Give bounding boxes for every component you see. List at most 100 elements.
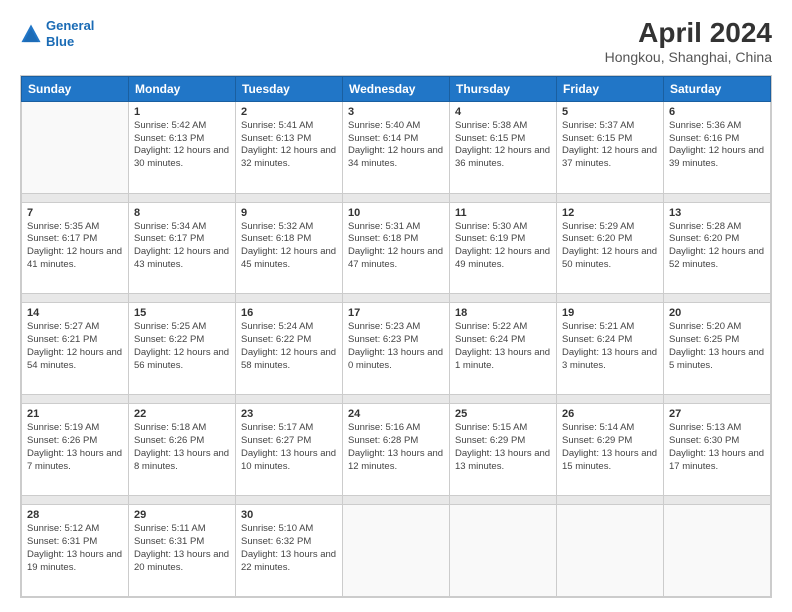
calendar-cell: 20 Sunrise: 5:20 AM Sunset: 6:25 PM Dayl…: [664, 303, 771, 395]
day-number: 10: [348, 207, 444, 219]
day-info: Sunrise: 5:30 AM Sunset: 6:19 PM Dayligh…: [455, 221, 551, 272]
calendar-cell: 25 Sunrise: 5:15 AM Sunset: 6:29 PM Dayl…: [450, 404, 557, 496]
calendar-cell: 24 Sunrise: 5:16 AM Sunset: 6:28 PM Dayl…: [343, 404, 450, 496]
day-number: 2: [241, 106, 337, 118]
day-info: Sunrise: 5:35 AM Sunset: 6:17 PM Dayligh…: [27, 221, 123, 272]
header-sunday: Sunday: [22, 76, 129, 101]
day-number: 23: [241, 408, 337, 420]
calendar-week-5: 28 Sunrise: 5:12 AM Sunset: 6:31 PM Dayl…: [22, 505, 771, 597]
calendar-week-1: 1 Sunrise: 5:42 AM Sunset: 6:13 PM Dayli…: [22, 101, 771, 193]
day-number: 5: [562, 106, 658, 118]
day-number: 13: [669, 207, 765, 219]
day-info: Sunrise: 5:27 AM Sunset: 6:21 PM Dayligh…: [27, 321, 123, 372]
calendar-cell: 17 Sunrise: 5:23 AM Sunset: 6:23 PM Dayl…: [343, 303, 450, 395]
header-saturday: Saturday: [664, 76, 771, 101]
day-number: 8: [134, 207, 230, 219]
header-friday: Friday: [557, 76, 664, 101]
calendar-cell: 27 Sunrise: 5:13 AM Sunset: 6:30 PM Dayl…: [664, 404, 771, 496]
day-number: 19: [562, 307, 658, 319]
day-number: 17: [348, 307, 444, 319]
day-info: Sunrise: 5:40 AM Sunset: 6:14 PM Dayligh…: [348, 120, 444, 171]
day-number: 15: [134, 307, 230, 319]
day-number: 14: [27, 307, 123, 319]
calendar-cell: 3 Sunrise: 5:40 AM Sunset: 6:14 PM Dayli…: [343, 101, 450, 193]
logo-line1: General: [46, 18, 94, 33]
day-info: Sunrise: 5:41 AM Sunset: 6:13 PM Dayligh…: [241, 120, 337, 171]
calendar-cell: 30 Sunrise: 5:10 AM Sunset: 6:32 PM Dayl…: [236, 505, 343, 597]
day-info: Sunrise: 5:36 AM Sunset: 6:16 PM Dayligh…: [669, 120, 765, 171]
calendar-week-2: 7 Sunrise: 5:35 AM Sunset: 6:17 PM Dayli…: [22, 202, 771, 294]
calendar-cell: 19 Sunrise: 5:21 AM Sunset: 6:24 PM Dayl…: [557, 303, 664, 395]
calendar-cell: [664, 505, 771, 597]
calendar-cell: 16 Sunrise: 5:24 AM Sunset: 6:22 PM Dayl…: [236, 303, 343, 395]
day-number: 3: [348, 106, 444, 118]
day-number: 28: [27, 509, 123, 521]
calendar-cell: 5 Sunrise: 5:37 AM Sunset: 6:15 PM Dayli…: [557, 101, 664, 193]
day-info: Sunrise: 5:24 AM Sunset: 6:22 PM Dayligh…: [241, 321, 337, 372]
day-info: Sunrise: 5:16 AM Sunset: 6:28 PM Dayligh…: [348, 422, 444, 473]
calendar-cell: 21 Sunrise: 5:19 AM Sunset: 6:26 PM Dayl…: [22, 404, 129, 496]
day-info: Sunrise: 5:17 AM Sunset: 6:27 PM Dayligh…: [241, 422, 337, 473]
calendar-cell: 7 Sunrise: 5:35 AM Sunset: 6:17 PM Dayli…: [22, 202, 129, 294]
calendar-cell: 15 Sunrise: 5:25 AM Sunset: 6:22 PM Dayl…: [129, 303, 236, 395]
day-number: 18: [455, 307, 551, 319]
day-info: Sunrise: 5:19 AM Sunset: 6:26 PM Dayligh…: [27, 422, 123, 473]
week-divider: [22, 294, 771, 303]
calendar-cell: [343, 505, 450, 597]
day-info: Sunrise: 5:21 AM Sunset: 6:24 PM Dayligh…: [562, 321, 658, 372]
subtitle: Hongkou, Shanghai, China: [605, 49, 772, 65]
day-number: 7: [27, 207, 123, 219]
day-number: 1: [134, 106, 230, 118]
calendar-cell: [450, 505, 557, 597]
day-number: 27: [669, 408, 765, 420]
page: General Blue April 2024 Hongkou, Shangha…: [0, 0, 792, 612]
calendar-cell: 29 Sunrise: 5:11 AM Sunset: 6:31 PM Dayl…: [129, 505, 236, 597]
week-divider: [22, 395, 771, 404]
calendar-cell: 14 Sunrise: 5:27 AM Sunset: 6:21 PM Dayl…: [22, 303, 129, 395]
calendar-cell: [557, 505, 664, 597]
day-info: Sunrise: 5:31 AM Sunset: 6:18 PM Dayligh…: [348, 221, 444, 272]
header-thursday: Thursday: [450, 76, 557, 101]
header: General Blue April 2024 Hongkou, Shangha…: [20, 18, 772, 65]
header-monday: Monday: [129, 76, 236, 101]
calendar-cell: 9 Sunrise: 5:32 AM Sunset: 6:18 PM Dayli…: [236, 202, 343, 294]
day-info: Sunrise: 5:28 AM Sunset: 6:20 PM Dayligh…: [669, 221, 765, 272]
calendar-cell: 23 Sunrise: 5:17 AM Sunset: 6:27 PM Dayl…: [236, 404, 343, 496]
day-number: 30: [241, 509, 337, 521]
header-tuesday: Tuesday: [236, 76, 343, 101]
calendar-cell: 26 Sunrise: 5:14 AM Sunset: 6:29 PM Dayl…: [557, 404, 664, 496]
day-info: Sunrise: 5:10 AM Sunset: 6:32 PM Dayligh…: [241, 523, 337, 574]
week-divider: [22, 496, 771, 505]
main-title: April 2024: [605, 18, 772, 49]
day-info: Sunrise: 5:25 AM Sunset: 6:22 PM Dayligh…: [134, 321, 230, 372]
day-info: Sunrise: 5:37 AM Sunset: 6:15 PM Dayligh…: [562, 120, 658, 171]
day-number: 24: [348, 408, 444, 420]
day-number: 20: [669, 307, 765, 319]
logo-text: General Blue: [46, 18, 94, 49]
day-info: Sunrise: 5:42 AM Sunset: 6:13 PM Dayligh…: [134, 120, 230, 171]
logo-icon: [20, 23, 42, 45]
day-info: Sunrise: 5:29 AM Sunset: 6:20 PM Dayligh…: [562, 221, 658, 272]
calendar-cell: 22 Sunrise: 5:18 AM Sunset: 6:26 PM Dayl…: [129, 404, 236, 496]
calendar-cell: 18 Sunrise: 5:22 AM Sunset: 6:24 PM Dayl…: [450, 303, 557, 395]
calendar-cell: 1 Sunrise: 5:42 AM Sunset: 6:13 PM Dayli…: [129, 101, 236, 193]
day-info: Sunrise: 5:11 AM Sunset: 6:31 PM Dayligh…: [134, 523, 230, 574]
day-info: Sunrise: 5:23 AM Sunset: 6:23 PM Dayligh…: [348, 321, 444, 372]
day-info: Sunrise: 5:38 AM Sunset: 6:15 PM Dayligh…: [455, 120, 551, 171]
day-info: Sunrise: 5:18 AM Sunset: 6:26 PM Dayligh…: [134, 422, 230, 473]
day-info: Sunrise: 5:14 AM Sunset: 6:29 PM Dayligh…: [562, 422, 658, 473]
day-number: 11: [455, 207, 551, 219]
day-number: 6: [669, 106, 765, 118]
calendar-week-4: 21 Sunrise: 5:19 AM Sunset: 6:26 PM Dayl…: [22, 404, 771, 496]
calendar: Sunday Monday Tuesday Wednesday Thursday…: [20, 75, 772, 598]
day-info: Sunrise: 5:22 AM Sunset: 6:24 PM Dayligh…: [455, 321, 551, 372]
calendar-cell: 12 Sunrise: 5:29 AM Sunset: 6:20 PM Dayl…: [557, 202, 664, 294]
day-info: Sunrise: 5:32 AM Sunset: 6:18 PM Dayligh…: [241, 221, 337, 272]
day-number: 4: [455, 106, 551, 118]
day-number: 26: [562, 408, 658, 420]
day-info: Sunrise: 5:20 AM Sunset: 6:25 PM Dayligh…: [669, 321, 765, 372]
day-number: 12: [562, 207, 658, 219]
calendar-cell: 6 Sunrise: 5:36 AM Sunset: 6:16 PM Dayli…: [664, 101, 771, 193]
day-info: Sunrise: 5:15 AM Sunset: 6:29 PM Dayligh…: [455, 422, 551, 473]
calendar-cell: 4 Sunrise: 5:38 AM Sunset: 6:15 PM Dayli…: [450, 101, 557, 193]
